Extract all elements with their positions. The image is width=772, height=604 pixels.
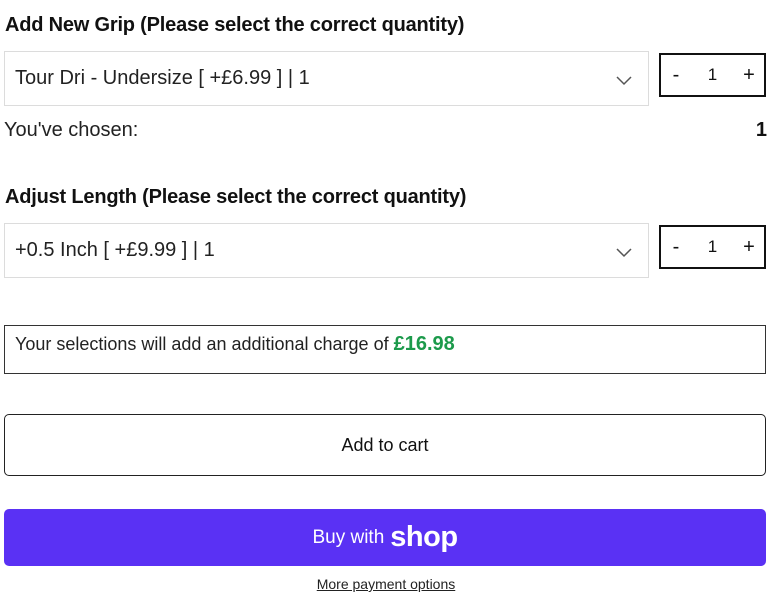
buy-with-label: Buy with [312,526,385,548]
grip-qty-value[interactable]: 1 [691,65,734,85]
grip-select[interactable]: Tour Dri - Undersize [ +£6.99 ] | 1 [4,51,649,106]
grip-section-title: Add New Grip (Please select the correct … [5,14,465,36]
grip-qty-increase-button[interactable]: + [734,64,764,87]
more-payment-options-link[interactable]: More payment options [0,576,772,592]
grip-quantity-stepper[interactable]: - 1 + [659,53,766,97]
grip-qty-decrease-button[interactable]: - [661,64,691,87]
charge-text: Your selections will add an additional c… [15,334,394,354]
chosen-label: You've chosen: [4,119,139,141]
add-to-cart-label: Add to cart [341,434,429,455]
charge-amount: £16.98 [393,333,455,355]
add-to-cart-button[interactable]: Add to cart [4,414,766,476]
length-select-value: +0.5 Inch [ +£9.99 ] | 1 [15,239,215,261]
length-qty-increase-button[interactable]: + [734,236,764,259]
shop-logo: shop [390,521,458,553]
length-quantity-stepper[interactable]: - 1 + [659,225,766,269]
additional-charge-notice: Your selections will add an additional c… [4,325,766,374]
chosen-count: 1 [755,119,767,141]
chevron-down-icon [616,248,632,258]
length-select[interactable]: +0.5 Inch [ +£9.99 ] | 1 [4,223,649,278]
length-qty-value[interactable]: 1 [691,237,734,257]
length-qty-decrease-button[interactable]: - [661,236,691,259]
chevron-down-icon [616,76,632,86]
length-section-title: Adjust Length (Please select the correct… [5,186,467,208]
buy-with-shop-button[interactable]: Buy with shop [4,509,766,566]
grip-select-value: Tour Dri - Undersize [ +£6.99 ] | 1 [15,67,310,89]
